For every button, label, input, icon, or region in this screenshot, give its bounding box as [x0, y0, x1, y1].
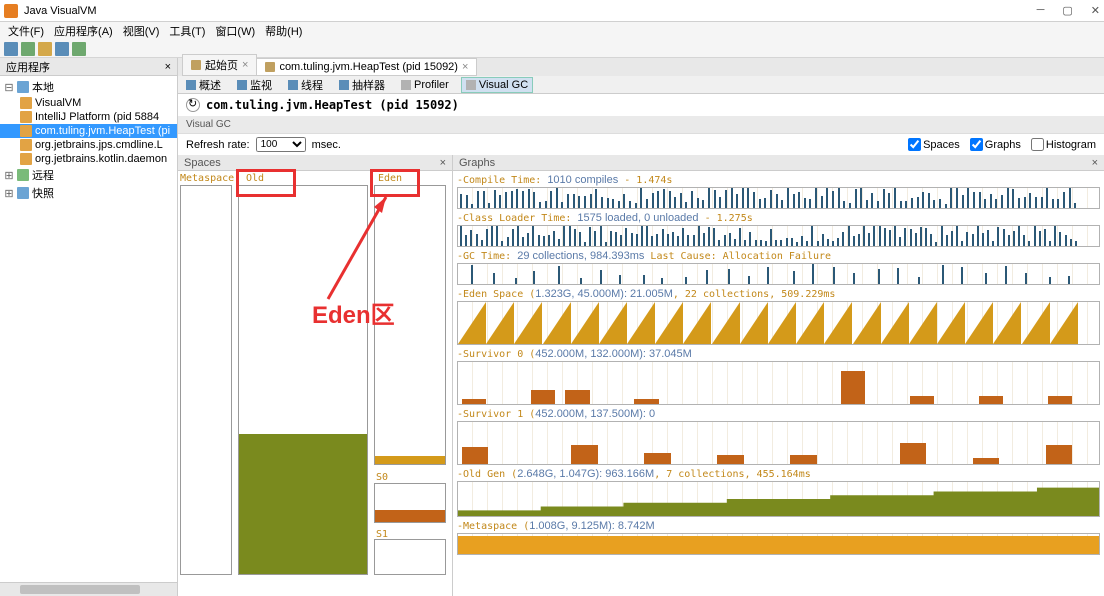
sidebar-tab[interactable]: 应用程序 ×	[0, 58, 177, 76]
graph-eden	[457, 301, 1100, 345]
sub-tabs: 概述 监视 线程 抽样器 Profiler Visual GC	[178, 76, 1104, 94]
maximize-button[interactable]: ▢	[1062, 4, 1072, 17]
menu-window[interactable]: 窗口(W)	[215, 23, 255, 39]
tab-heaptest[interactable]: com.tuling.jvm.HeapTest (pid 15092)×	[256, 58, 477, 76]
spaces-body: Metaspace Old Eden S0 S1	[178, 171, 452, 596]
graph-title: -Survivor 0 (452.000M, 132.000M): 37.045…	[457, 347, 1100, 361]
label-s0: S0	[376, 472, 388, 483]
metaspace-box	[180, 185, 232, 575]
subtab-threads[interactable]: 线程	[284, 76, 327, 94]
sidebar-tab-label: 应用程序	[6, 59, 50, 75]
graph-oldgen	[457, 481, 1100, 517]
annotation-arrow	[308, 189, 408, 309]
tree-node-intellij: IntelliJ Platform (pid 5884	[0, 110, 177, 124]
toolbar-icon-3[interactable]	[38, 42, 52, 56]
tab-start[interactable]: 起始页×	[182, 54, 257, 76]
s1-box	[374, 539, 446, 575]
spaces-close-icon[interactable]: ×	[440, 157, 446, 169]
graph-metaspace	[457, 533, 1100, 555]
subtab-profiler[interactable]: Profiler	[397, 78, 453, 92]
menu-help[interactable]: 帮助(H)	[265, 23, 302, 39]
visualgc-label: Visual GC	[178, 116, 1104, 134]
check-spaces[interactable]: Spaces	[908, 138, 960, 151]
refresh-unit: msec.	[312, 139, 341, 151]
eden-fill	[375, 456, 445, 464]
graph-s0	[457, 361, 1100, 405]
toolbar	[0, 40, 1104, 58]
tab-close-icon[interactable]: ×	[462, 61, 468, 73]
sidebar-scrollbar[interactable]	[0, 582, 177, 596]
menubar: 文件(F) 应用程序(A) 视图(V) 工具(T) 窗口(W) 帮助(H)	[0, 22, 1104, 40]
tree-node-local: ⊟本地	[0, 78, 177, 96]
sidebar: 应用程序 × ⊟本地 VisualVM IntelliJ Platform (p…	[0, 58, 178, 596]
graph-s1	[457, 421, 1100, 465]
refresh-icon[interactable]	[186, 98, 200, 112]
tree-node-kotlin: org.jetbrains.kotlin.daemon	[0, 152, 177, 166]
menu-tools[interactable]: 工具(T)	[169, 23, 205, 39]
menu-application[interactable]: 应用程序(A)	[54, 23, 113, 39]
graph-title: -Compile Time: 1010 compiles - 1.474s	[457, 173, 1100, 187]
toolbar-icon-5[interactable]	[72, 42, 86, 56]
application-tree[interactable]: ⊟本地 VisualVM IntelliJ Platform (pid 5884…	[0, 76, 177, 582]
graph-title: -Eden Space (1.323G, 45.000M): 21.005M, …	[457, 287, 1100, 301]
annotation-old-box	[236, 169, 296, 197]
spaces-title: Spaces	[184, 157, 221, 169]
toolbar-icon-1[interactable]	[4, 42, 18, 56]
refresh-select[interactable]: 100	[256, 137, 306, 152]
s0-fill	[375, 510, 445, 522]
check-histogram[interactable]: Histogram	[1031, 138, 1096, 151]
toolbar-icon-2[interactable]	[21, 42, 35, 56]
subtab-visualgc[interactable]: Visual GC	[461, 77, 533, 93]
s0-box	[374, 483, 446, 523]
graph-classloader	[457, 225, 1100, 247]
tree-node-visualvm: VisualVM	[0, 96, 177, 110]
toolbar-icon-4[interactable]	[55, 42, 69, 56]
graph-title: -Survivor 1 (452.000M, 137.500M): 0	[457, 407, 1100, 421]
graph-title: -Class Loader Time: 1575 loaded, 0 unloa…	[457, 211, 1100, 225]
tree-node-remote: ⊞远程	[0, 166, 177, 184]
process-title: com.tuling.jvm.HeapTest (pid 15092)	[206, 98, 459, 112]
old-fill	[239, 434, 367, 574]
graph-compile	[457, 187, 1100, 209]
check-graphs[interactable]: Graphs	[970, 138, 1021, 151]
window-title: Java VisualVM	[24, 5, 1037, 17]
menu-view[interactable]: 视图(V)	[123, 23, 160, 39]
close-button[interactable]: ✕	[1091, 4, 1100, 17]
process-header: com.tuling.jvm.HeapTest (pid 15092)	[178, 94, 1104, 116]
graphs-close-icon[interactable]: ×	[1092, 157, 1098, 169]
sidebar-tab-close-icon[interactable]: ×	[165, 61, 171, 73]
tree-node-heaptest: com.tuling.jvm.HeapTest (pi	[0, 124, 177, 138]
label-metaspace: Metaspace	[180, 173, 234, 184]
graph-title: -Old Gen (2.648G, 1.047G): 963.166M, 7 c…	[457, 467, 1100, 481]
graphs-title: Graphs	[459, 157, 495, 169]
graphs-pane: Graphs × -Compile Time: 1010 compiles - 1…	[453, 155, 1104, 596]
subtab-sampler[interactable]: 抽样器	[335, 76, 389, 94]
tree-node-snapshot: ⊞快照	[0, 184, 177, 202]
refresh-label: Refresh rate:	[186, 139, 250, 151]
menu-file[interactable]: 文件(F)	[8, 23, 44, 39]
subtab-monitor[interactable]: 监视	[233, 76, 276, 94]
graph-title: -Metaspace (1.008G, 9.125M): 8.742M	[457, 519, 1100, 533]
minimize-button[interactable]: ─	[1037, 4, 1045, 17]
tab-close-icon[interactable]: ×	[242, 59, 248, 71]
spaces-pane: Spaces × Metaspace Old Eden S0 S1	[178, 155, 453, 596]
graph-gc	[457, 263, 1100, 285]
window-titlebar: Java VisualVM ─ ▢ ✕	[0, 0, 1104, 22]
app-icon	[4, 4, 18, 18]
tree-node-jps: org.jetbrains.jps.cmdline.L	[0, 138, 177, 152]
graph-title: -GC Time: 29 collections, 984.393ms Last…	[457, 249, 1100, 263]
editor-tabs: 起始页× com.tuling.jvm.HeapTest (pid 15092)…	[178, 58, 1104, 76]
content-area: 起始页× com.tuling.jvm.HeapTest (pid 15092)…	[178, 58, 1104, 596]
subtab-overview[interactable]: 概述	[182, 76, 225, 94]
